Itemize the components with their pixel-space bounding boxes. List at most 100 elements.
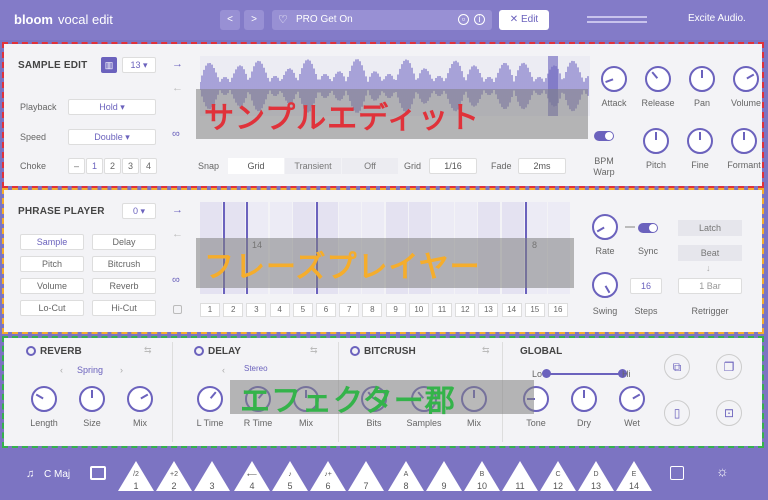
delay-type[interactable]: Stereo xyxy=(244,364,268,373)
trigger-key-4[interactable]: ⟵ 4 xyxy=(234,457,270,491)
arrow-left-icon[interactable]: ← xyxy=(172,82,183,94)
speed-select[interactable]: Double ▾ xyxy=(68,129,156,145)
trigger-key-6[interactable]: ♪+ 6 xyxy=(310,457,346,491)
attack-knob[interactable] xyxy=(601,66,627,92)
choke-option[interactable]: 1 xyxy=(86,158,103,174)
prev-type-icon[interactable]: ‹ xyxy=(60,365,63,375)
param-button-delay[interactable]: Delay xyxy=(92,234,156,250)
prev-type-icon[interactable]: ‹ xyxy=(222,365,225,375)
step-number[interactable]: 16 xyxy=(548,303,568,317)
swing-knob[interactable] xyxy=(592,272,618,298)
step-number[interactable]: 2 xyxy=(223,303,244,317)
step-number[interactable]: 9 xyxy=(385,303,406,317)
phrase-number-select[interactable]: 0 ▾ xyxy=(122,203,156,219)
cube-icon[interactable]: ⧉ xyxy=(664,354,690,380)
param-button-hi-cut[interactable]: Hi-Cut xyxy=(92,300,156,316)
trigger-key-1[interactable]: /2 1 xyxy=(118,457,154,491)
beat-button[interactable]: Beat xyxy=(678,245,742,261)
latch-button[interactable]: Latch xyxy=(678,220,742,236)
trigger-key-10[interactable]: B 10 xyxy=(464,457,500,491)
edit-button[interactable]: ✕ Edit xyxy=(499,10,549,30)
settings-icon[interactable]: ☼ xyxy=(716,463,729,479)
layers-icon[interactable]: ❐ xyxy=(716,354,742,380)
mix-knob[interactable] xyxy=(127,386,153,412)
fine-knob[interactable] xyxy=(687,128,713,154)
snap-option[interactable]: Off xyxy=(342,158,398,174)
retrigger-length-select[interactable]: 1 Bar xyxy=(678,278,742,294)
release-knob[interactable] xyxy=(645,66,671,92)
param-button-lo-cut[interactable]: Lo-Cut xyxy=(20,300,84,316)
preset-selector[interactable]: ♡ PRO Get On ▫ i xyxy=(272,10,492,30)
heart-icon[interactable]: ♡ xyxy=(278,13,288,26)
step-number[interactable]: 4 xyxy=(269,303,290,317)
steps-value[interactable]: 16 xyxy=(630,278,662,294)
step-number[interactable]: 7 xyxy=(339,303,360,317)
sample-number-select[interactable]: 13 ▾ xyxy=(122,57,156,73)
snap-option[interactable]: Grid xyxy=(228,158,284,174)
choke-option[interactable]: – xyxy=(68,158,85,174)
lo-hi-slider[interactable] xyxy=(546,373,622,375)
step-number[interactable]: 3 xyxy=(246,303,267,317)
pitch-knob[interactable] xyxy=(643,128,669,154)
zoom-icon[interactable]: ⊡ xyxy=(716,400,742,426)
formant-knob[interactable] xyxy=(731,128,757,154)
panel-icon[interactable]: ▯ xyxy=(664,400,690,426)
swap-icon[interactable]: ⇆ xyxy=(310,345,318,356)
l-time-knob[interactable] xyxy=(197,386,223,412)
trigger-key-5[interactable]: ♪ 5 xyxy=(272,457,308,491)
trigger-key-9[interactable]: 9 xyxy=(426,457,462,491)
trigger-key-14[interactable]: E 14 xyxy=(616,457,652,491)
grid-value[interactable]: 1/16 xyxy=(429,158,477,174)
param-button-pitch[interactable]: Pitch xyxy=(20,256,84,272)
rate-knob[interactable] xyxy=(592,214,618,240)
prev-preset-button[interactable]: < xyxy=(220,10,240,30)
trigger-key-8[interactable]: A8 xyxy=(388,457,424,491)
sync-toggle[interactable] xyxy=(638,223,658,233)
step-number[interactable]: 13 xyxy=(478,303,499,317)
wet-knob[interactable] xyxy=(619,386,645,412)
dice-icon[interactable] xyxy=(670,466,684,480)
arrow-right-icon[interactable]: → xyxy=(172,58,183,70)
step-checkbox[interactable] xyxy=(173,305,182,314)
choke-option[interactable]: 4 xyxy=(140,158,157,174)
arrow-left-icon[interactable]: ← xyxy=(172,228,183,240)
param-button-volume[interactable]: Volume xyxy=(20,278,84,294)
delay-power-icon[interactable] xyxy=(194,346,204,356)
bitcrush-power-icon[interactable] xyxy=(350,346,360,356)
choke-option[interactable]: 2 xyxy=(104,158,121,174)
pan-knob[interactable] xyxy=(689,66,715,92)
step-number[interactable]: 5 xyxy=(292,303,313,317)
loop-icon[interactable]: ∞ xyxy=(172,128,180,140)
arrow-right-icon[interactable]: → xyxy=(172,204,183,216)
next-preset-button[interactable]: > xyxy=(244,10,264,30)
snap-option[interactable]: Transient xyxy=(285,158,341,174)
trigger-key-12[interactable]: C 12 xyxy=(540,457,576,491)
length-knob[interactable] xyxy=(31,386,57,412)
playback-select[interactable]: Hold ▾ xyxy=(68,99,156,115)
param-button-bitcrush[interactable]: Bitcrush xyxy=(92,256,156,272)
bpm-warp-toggle[interactable] xyxy=(594,131,614,141)
swap-icon[interactable]: ⇆ xyxy=(482,345,490,356)
reverb-power-icon[interactable] xyxy=(26,346,36,356)
param-button-sample[interactable]: Sample xyxy=(20,234,84,250)
trigger-key-13[interactable]: D 13 xyxy=(578,457,614,491)
dry-knob[interactable] xyxy=(571,386,597,412)
slider-handle[interactable] xyxy=(542,369,551,378)
reverb-type[interactable]: Spring xyxy=(77,365,103,375)
step-number[interactable]: 6 xyxy=(316,303,336,317)
step-number[interactable]: 12 xyxy=(455,303,476,317)
trigger-key-2[interactable]: +2 2 xyxy=(156,457,192,491)
trigger-key-7[interactable]: 7 xyxy=(348,457,384,491)
keyboard-icon[interactable]: ▥ xyxy=(101,57,117,73)
next-type-icon[interactable]: › xyxy=(120,365,123,375)
step-number[interactable]: 1 xyxy=(200,303,220,317)
step-number[interactable]: 14 xyxy=(501,303,522,317)
step-number[interactable]: 15 xyxy=(524,303,545,317)
trigger-key-3[interactable]: 3 xyxy=(194,457,230,491)
swap-icon[interactable]: ⇆ xyxy=(144,345,152,356)
info-icon[interactable]: i xyxy=(474,14,485,25)
volume-knob[interactable] xyxy=(733,66,759,92)
choke-option[interactable]: 3 xyxy=(122,158,139,174)
size-knob[interactable] xyxy=(79,386,105,412)
step-number[interactable]: 8 xyxy=(362,303,383,317)
